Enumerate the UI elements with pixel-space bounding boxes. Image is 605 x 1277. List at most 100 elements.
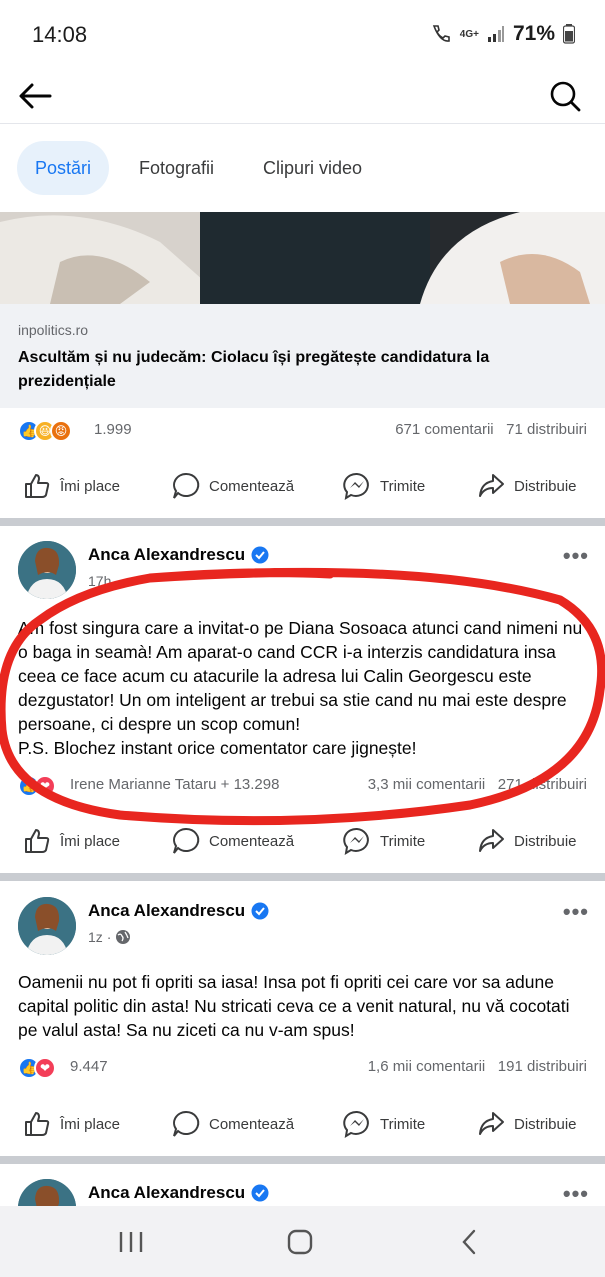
- send-button[interactable]: Trimite: [342, 816, 425, 866]
- recent-apps-button[interactable]: [111, 1226, 151, 1258]
- avatar-photo: [18, 541, 76, 599]
- more-options-button[interactable]: •••: [563, 543, 589, 569]
- post-header: Anca Alexandrescu 17h •••: [0, 541, 605, 601]
- share-label: Distribuie: [514, 832, 577, 850]
- send-label: Trimite: [380, 832, 426, 850]
- reactions-summary[interactable]: 👍 ❤ 9.447 1,6 mii comentarii 191 distrib…: [0, 1047, 605, 1087]
- reaction-icons: 👍 ❤: [18, 775, 56, 797]
- tab-posts[interactable]: Postări: [17, 141, 110, 195]
- post-text: Am fost singura care a invitat-o pe Dian…: [18, 618, 583, 758]
- author-label[interactable]: Anca Alexandrescu: [88, 901, 245, 921]
- comment-icon: [173, 472, 200, 499]
- link-title: Ascultăm și nu judecăm: Ciolacu își preg…: [18, 349, 490, 390]
- avatar[interactable]: [18, 897, 76, 955]
- share-icon: [479, 474, 504, 497]
- comments-shares[interactable]: 671 comentarii 71 distribuiri: [395, 421, 587, 438]
- reactions-label: Irene Marianne Tataru + 13.298: [70, 776, 280, 793]
- link-domain: inpolitics.ro: [18, 322, 89, 338]
- reactions-count: 1.999: [94, 421, 132, 438]
- author-label[interactable]: Anca Alexandrescu: [88, 1183, 245, 1203]
- share-label: Distribuie: [514, 1115, 577, 1133]
- share-icon: [479, 1112, 504, 1135]
- shares-count[interactable]: 271 distribuiri: [498, 776, 587, 793]
- send-button[interactable]: Trimite: [342, 461, 425, 511]
- tab-videos[interactable]: Clipuri video: [245, 141, 380, 195]
- like-button[interactable]: Îmi place: [22, 461, 120, 511]
- share-button[interactable]: Distribuie: [476, 1099, 577, 1149]
- love-reaction-icon: ❤: [34, 775, 56, 797]
- comments-count[interactable]: 671 comentarii: [395, 421, 493, 438]
- reactions-count: 9.447: [70, 1058, 108, 1075]
- post-actions: Îmi place Comentează Trimite Distribuie: [0, 816, 605, 866]
- shares-count[interactable]: 191 distribuiri: [498, 1058, 587, 1075]
- verified-badge-icon: [251, 902, 269, 920]
- post-separator: [0, 1156, 605, 1164]
- send-label: Trimite: [380, 477, 426, 495]
- shares-count[interactable]: 71 distribuiri: [506, 421, 587, 438]
- arrow-left-icon: [19, 83, 52, 109]
- comments-shares[interactable]: 3,3 mii comentarii 271 distribuiri: [368, 776, 587, 793]
- battery-percent: 71%: [512, 22, 555, 45]
- recent-apps-icon: [119, 1232, 143, 1252]
- share-button[interactable]: Distribuie: [476, 461, 577, 511]
- call-icon: [432, 25, 450, 42]
- messenger-icon: [343, 472, 369, 500]
- comment-label: Comentează: [209, 832, 295, 850]
- filter-tabs: Postări Fotografii Clipuri video: [0, 124, 605, 212]
- messenger-icon: [343, 827, 369, 855]
- messenger-icon: [343, 1110, 369, 1138]
- thumbs-up-icon: [25, 829, 50, 853]
- status-bar: 14:08 4G+ 71%: [0, 0, 605, 70]
- comments-count[interactable]: 1,6 mii comentarii: [368, 1058, 486, 1075]
- dot-separator: ·: [106, 929, 112, 945]
- chevron-left-icon: [462, 1229, 476, 1255]
- post-meta: 1z ·: [88, 929, 131, 945]
- thumbs-up-icon: [25, 474, 50, 498]
- post-time[interactable]: 1z: [88, 929, 103, 945]
- post-actions: Îmi place Comentează Trimite Distribuie: [0, 461, 605, 511]
- like-label: Îmi place: [60, 477, 121, 495]
- status-time: 14:08: [32, 22, 88, 47]
- like-button[interactable]: Îmi place: [22, 1099, 120, 1149]
- post-text: Oamenii nu pot fi opriti sa iasa! Insa p…: [18, 972, 570, 1040]
- signal-icon: [487, 26, 504, 42]
- post-meta: 17h: [88, 573, 111, 589]
- search-button[interactable]: [545, 76, 585, 116]
- system-nav-bar: [0, 1206, 605, 1277]
- globe-icon: [116, 930, 131, 944]
- author-label[interactable]: Anca Alexandrescu: [88, 545, 245, 565]
- send-button[interactable]: Trimite: [342, 1099, 425, 1149]
- more-options-button[interactable]: •••: [563, 1181, 589, 1207]
- post-separator: [0, 518, 605, 526]
- angry-reaction-icon: 😡: [50, 420, 72, 442]
- reactions-summary[interactable]: 👍 ❤ Irene Marianne Tataru + 13.298 3,3 m…: [0, 765, 605, 805]
- post-time[interactable]: 17h: [88, 573, 111, 589]
- battery-icon: [563, 24, 575, 44]
- comment-button[interactable]: Comentează: [171, 816, 294, 866]
- send-label: Trimite: [380, 1115, 426, 1133]
- comments-shares[interactable]: 1,6 mii comentarii 191 distribuiri: [368, 1058, 587, 1075]
- tab-photos[interactable]: Fotografii: [121, 141, 232, 195]
- share-button[interactable]: Distribuie: [476, 816, 577, 866]
- avatar[interactable]: [18, 541, 76, 599]
- author-name[interactable]: Anca Alexandrescu: [88, 545, 269, 565]
- reactions-summary[interactable]: 👍 😆 😡 1.999 671 comentarii 71 distribuir…: [0, 410, 605, 450]
- like-label: Îmi place: [60, 832, 121, 850]
- share-label: Distribuie: [514, 477, 577, 495]
- share-icon: [479, 829, 504, 852]
- more-options-button[interactable]: •••: [563, 899, 589, 925]
- like-button[interactable]: Îmi place: [22, 816, 120, 866]
- post-image[interactable]: [0, 212, 605, 304]
- comment-icon: [173, 827, 200, 854]
- post-photo: [0, 212, 605, 304]
- home-button[interactable]: [280, 1226, 320, 1258]
- comment-button[interactable]: Comentează: [171, 461, 294, 511]
- author-name[interactable]: Anca Alexandrescu: [88, 901, 269, 921]
- author-name[interactable]: Anca Alexandrescu: [88, 1183, 269, 1203]
- comment-button[interactable]: Comentează: [171, 1099, 294, 1149]
- comments-count[interactable]: 3,3 mii comentarii: [368, 776, 486, 793]
- link-preview[interactable]: inpolitics.ro Ascultăm și nu judecăm: Ci…: [0, 304, 605, 408]
- thumbs-up-icon: [25, 1112, 50, 1136]
- back-button[interactable]: [16, 76, 56, 116]
- system-back-button[interactable]: [450, 1226, 490, 1258]
